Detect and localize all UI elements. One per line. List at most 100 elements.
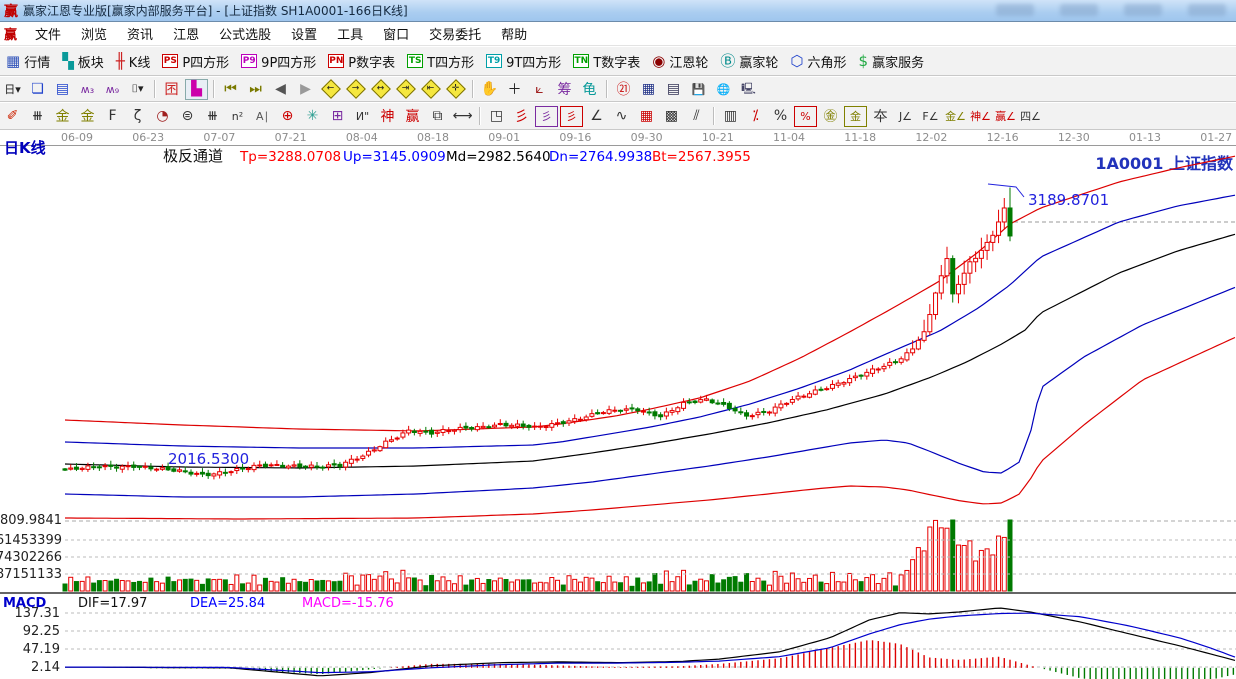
spiral-icon[interactable]: ζ	[126, 106, 149, 127]
fan-box-purple-icon[interactable]: 彡	[535, 106, 558, 127]
menu-item-7[interactable]: 窗口	[373, 22, 419, 45]
hash-icon[interactable]: ⧻	[201, 106, 224, 127]
span-arrow-icon[interactable]: ⟷	[451, 106, 474, 127]
box-target-icon[interactable]: ⊞	[326, 106, 349, 127]
svg-text:01-27: 01-27	[1200, 131, 1232, 144]
menu-item-5[interactable]: 设置	[281, 22, 327, 45]
level-box-icon[interactable]: ▥	[719, 106, 742, 127]
zoom-in-icon[interactable]: ⇥	[394, 79, 417, 100]
shen-angle-icon[interactable]: 神∠	[969, 106, 992, 127]
protractor-icon[interactable]: ◔	[151, 106, 174, 127]
gold-circle-icon[interactable]: ㊎	[819, 106, 842, 127]
multi-window-icon[interactable]: ❏	[26, 79, 49, 100]
gann-wheel-button[interactable]: ◉江恩轮	[646, 50, 714, 73]
gold-angle-icon[interactable]: 金∠	[944, 106, 967, 127]
zoom-both-icon[interactable]: ↔	[369, 79, 392, 100]
first-bar-icon[interactable]: ⏮	[219, 79, 242, 100]
last-bar-icon[interactable]: ⏭	[244, 79, 267, 100]
zoom-right-icon[interactable]: →	[344, 79, 367, 100]
star-teal-icon[interactable]: ✳	[301, 106, 324, 127]
angle-lines-icon[interactable]: ∠	[585, 106, 608, 127]
menu-item-2[interactable]: 资讯	[117, 22, 163, 45]
color-chart-icon[interactable]: ▙	[185, 79, 208, 100]
dial-icon[interactable]: ⊜	[176, 106, 199, 127]
zoom-left-icon[interactable]: ←	[319, 79, 342, 100]
percent-slash-icon[interactable]: ⁒	[744, 106, 767, 127]
period-button[interactable]: 日▾	[1, 79, 24, 100]
menu-item-4[interactable]: 公式选股	[209, 22, 281, 45]
kline-icon: ╫	[116, 53, 125, 69]
hand-tool-icon[interactable]: ✋	[478, 79, 501, 100]
ying-icon[interactable]: 赢	[401, 106, 424, 127]
shen-icon[interactable]: 神	[376, 106, 399, 127]
kline-chart-area[interactable]: 06-0906-2307-0707-2108-0408-1809-0109-16…	[0, 130, 1236, 679]
a-wave-icon[interactable]: 夲	[869, 106, 892, 127]
ying-angle-icon[interactable]: 赢∠	[994, 106, 1017, 127]
9p-square-button[interactable]: P99P四方形	[235, 50, 322, 73]
corner-icon[interactable]: И"	[351, 106, 374, 127]
save-icon[interactable]: 💾	[687, 79, 710, 100]
brain-tool-icon[interactable]: 龟	[578, 79, 601, 100]
winner-wheel-button[interactable]: Ⓑ赢家轮	[714, 50, 784, 73]
hexagon-button[interactable]: ⬡六角形	[784, 50, 852, 73]
fan-red-icon[interactable]: 彡	[510, 106, 533, 127]
fan-box-red-icon[interactable]: 彡	[560, 106, 583, 127]
menu-item-1[interactable]: 浏览	[71, 22, 117, 45]
diamond-shape: ⇤	[421, 79, 441, 99]
zoom-out-icon[interactable]: ⇤	[419, 79, 442, 100]
pen-tool-icon[interactable]: ✐	[1, 106, 24, 127]
parallel-icon[interactable]: ⫽	[685, 106, 708, 127]
pattern-icon[interactable]: 囨	[160, 79, 183, 100]
9t-square-button[interactable]: T99T四方形	[480, 50, 567, 73]
wave9-icon[interactable]: ʍ₉	[101, 79, 124, 100]
chip-tool-icon[interactable]: 筹	[553, 79, 576, 100]
kline-button[interactable]: ╫K线	[110, 50, 157, 73]
angle-tool-icon[interactable]: ⟀	[528, 79, 551, 100]
gold-lines-icon[interactable]: 金	[844, 106, 867, 127]
calendar-icon[interactable]: ㉑	[612, 79, 635, 100]
percent-icon[interactable]: %	[769, 106, 792, 127]
calculator-icon[interactable]: ▦	[637, 79, 660, 100]
ruler-grid-icon[interactable]: ⧻	[26, 106, 49, 127]
quote-list-icon[interactable]: ▤	[51, 79, 74, 100]
p-square-button[interactable]: PSP四方形	[156, 50, 235, 73]
grid-123-icon[interactable]: ⧉	[426, 106, 449, 127]
menu-item-3[interactable]: 江恩	[163, 22, 209, 45]
frame-tool-icon[interactable]: ◳	[485, 106, 508, 127]
j-angle-icon[interactable]: J∠	[894, 106, 917, 127]
wave-v-icon[interactable]: ∿	[610, 106, 633, 127]
candle-style-button[interactable]: ⌷▾	[126, 79, 149, 100]
crosshair-icon[interactable]: ＋	[503, 79, 526, 100]
f-gate-icon[interactable]: F	[101, 106, 124, 127]
n-square-icon[interactable]: n²	[226, 106, 249, 127]
pc-icon[interactable]: 🖳	[737, 79, 760, 100]
prev-bar-icon[interactable]: ◀	[269, 79, 292, 100]
menu-item-9[interactable]: 帮助	[491, 22, 537, 45]
t-number-button[interactable]: TNT数字表	[567, 50, 646, 73]
main-toolbar: ▦行情▚板块╫K线PSP四方形P99P四方形PNP数字表TST四方形T99T四方…	[0, 46, 1236, 76]
svg-text:11-04: 11-04	[773, 131, 805, 144]
menu-item-6[interactable]: 工具	[327, 22, 373, 45]
toolbar-separator	[154, 80, 155, 98]
quotes-button[interactable]: ▦行情	[0, 50, 56, 73]
percent-line-icon[interactable]: %	[794, 106, 817, 127]
grid-red-icon[interactable]: ▦	[635, 106, 658, 127]
t-square-button[interactable]: TST四方形	[401, 50, 480, 73]
si-angle-icon[interactable]: 四∠	[1019, 106, 1042, 127]
winner-service-button[interactable]: $赢家服务	[853, 50, 931, 73]
zoom-full-icon[interactable]: ✛	[444, 79, 467, 100]
menu-item-8[interactable]: 交易委托	[419, 22, 491, 45]
sectors-button[interactable]: ▚板块	[56, 50, 110, 73]
grid-box-icon[interactable]: ▩	[660, 106, 683, 127]
menu-item-0[interactable]: 文件	[25, 22, 71, 45]
target-red-icon[interactable]: ⊕	[276, 106, 299, 127]
mirror-a-icon[interactable]: A∣	[251, 106, 274, 127]
notes-icon[interactable]: ▤	[662, 79, 685, 100]
f-angle-icon[interactable]: F∠	[919, 106, 942, 127]
gold-gate-b-icon[interactable]: 金	[76, 106, 99, 127]
p-number-button[interactable]: PNP数字表	[322, 50, 401, 73]
wave3-icon[interactable]: ʍ₃	[76, 79, 99, 100]
net-icon[interactable]: 🌐	[712, 79, 735, 100]
next-bar-icon[interactable]: ▶	[294, 79, 317, 100]
gold-gate-a-icon[interactable]: 金	[51, 106, 74, 127]
